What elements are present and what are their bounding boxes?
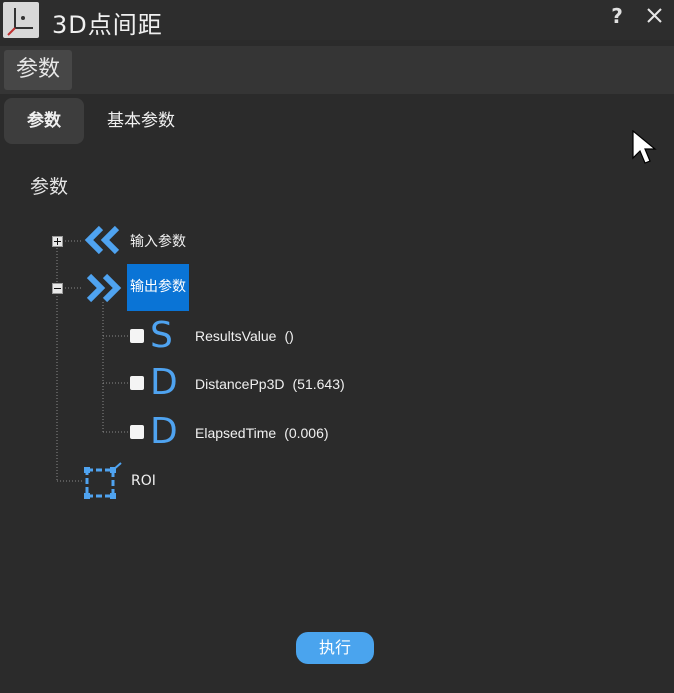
roi-icon [84, 462, 122, 499]
item-name: ResultsValue [195, 328, 277, 344]
run-button[interactable]: 执行 [296, 632, 374, 664]
results-value-item[interactable]: ResultsValue () [195, 328, 294, 344]
elapsed-time-checkbox[interactable] [130, 425, 144, 439]
item-value: () [284, 328, 294, 344]
distance-pp3d-item[interactable]: DistancePp3D (51.643) [195, 376, 345, 392]
results-value-checkbox[interactable] [130, 329, 144, 343]
elapsed-time-item[interactable]: ElapsedTime (0.006) [195, 425, 329, 441]
output-params-expander[interactable] [52, 283, 63, 294]
item-name: ElapsedTime [195, 425, 277, 441]
output-params-label[interactable]: 输出参数 [127, 264, 189, 311]
tree-connector-lines [56, 240, 129, 482]
double-chevron-right-icon [86, 273, 122, 303]
string-type-icon: S [150, 315, 173, 356]
input-params-label[interactable]: 输入参数 [130, 231, 186, 251]
double-chevron-left-icon [84, 225, 120, 255]
item-value: (51.643) [292, 376, 345, 392]
distance-pp3d-checkbox[interactable] [130, 376, 144, 390]
item-name: DistancePp3D [195, 376, 285, 392]
mouse-cursor-icon [632, 130, 657, 164]
roi-label[interactable]: ROI [131, 473, 156, 489]
input-params-expander[interactable] [52, 236, 63, 247]
double-type-icon: D [150, 411, 178, 452]
item-value: (0.006) [284, 425, 329, 441]
double-type-icon: D [150, 362, 178, 403]
